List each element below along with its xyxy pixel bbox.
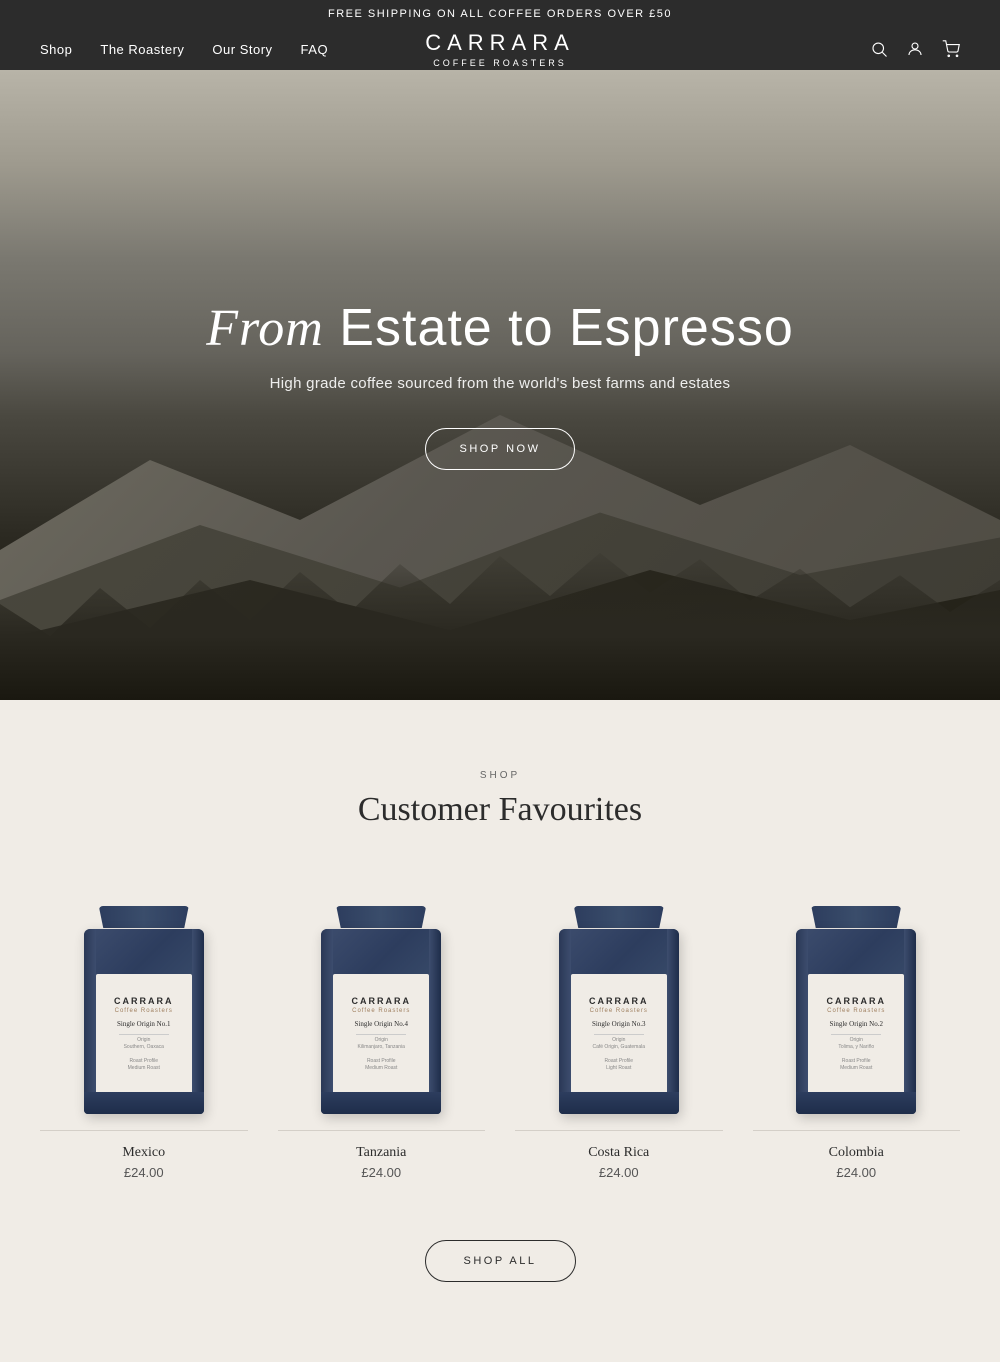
label-detail: OriginSouthern, OaxacaRoast ProfileMediu… <box>124 1037 164 1072</box>
product-grid: CARRARA Coffee Roasters Single Origin No… <box>40 884 960 1180</box>
nav-link-roastery[interactable]: The Roastery <box>100 42 184 57</box>
label-sub: Coffee Roasters <box>590 1008 648 1014</box>
bag-crease-right <box>192 929 204 1114</box>
product-divider <box>40 1130 248 1131</box>
product-divider <box>515 1130 723 1131</box>
product-image-mexico: CARRARA Coffee Roasters Single Origin No… <box>40 884 248 1114</box>
hero-subtitle: High grade coffee sourced from the world… <box>206 375 794 392</box>
bag-crease-left <box>321 929 333 1114</box>
shop-all-button[interactable]: SHOP ALL <box>425 1240 576 1282</box>
bag-body: CARRARA Coffee Roasters Single Origin No… <box>321 929 441 1114</box>
bag-top <box>99 906 189 928</box>
bag-label: CARRARA Coffee Roasters Single Origin No… <box>333 974 429 1094</box>
shop-all-wrapper: SHOP ALL <box>40 1240 960 1282</box>
product-card-colombia[interactable]: CARRARA Coffee Roasters Single Origin No… <box>753 884 961 1180</box>
bag-crease-left <box>84 929 96 1114</box>
announcement-bar: FREE SHIPPING ON ALL COFFEE ORDERS OVER … <box>0 0 1000 28</box>
bag-crease-left <box>796 929 808 1114</box>
nav-logo: CARRARA COFFEE ROASTERS <box>425 30 575 68</box>
label-detail: OriginTolima, y NariñoRoast ProfileMediu… <box>838 1037 874 1072</box>
label-brand: CARRARA <box>114 996 174 1006</box>
search-icon[interactable] <box>870 40 888 58</box>
shop-label: SHOP <box>40 770 960 781</box>
shop-section: SHOP Customer Favourites CARRARA Coffee … <box>0 700 1000 1362</box>
product-price-mexico: £24.00 <box>124 1165 164 1180</box>
label-product: Single Origin No.3 <box>592 1020 645 1028</box>
product-name-colombia: Colombia <box>829 1145 884 1161</box>
label-detail: OriginKilimanjaro, TanzaniaRoast Profile… <box>358 1037 405 1072</box>
brand-sub: COFFEE ROASTERS <box>425 58 575 68</box>
bag-top <box>336 906 426 928</box>
product-image-costa-rica: CARRARA Coffee Roasters Single Origin No… <box>515 884 723 1114</box>
label-sub: Coffee Roasters <box>115 1008 173 1014</box>
nav-link-shop[interactable]: Shop <box>40 42 72 57</box>
account-icon[interactable] <box>906 40 924 58</box>
bag-bottom-seal <box>796 1092 916 1114</box>
cart-icon[interactable] <box>942 40 960 58</box>
product-card-costa-rica[interactable]: CARRARA Coffee Roasters Single Origin No… <box>515 884 723 1180</box>
bag-label: CARRARA Coffee Roasters Single Origin No… <box>808 974 904 1094</box>
product-image-tanzania: CARRARA Coffee Roasters Single Origin No… <box>278 884 486 1114</box>
bag-crease-right <box>667 929 679 1114</box>
product-price-colombia: £24.00 <box>836 1165 876 1180</box>
bag-bottom-seal <box>559 1092 679 1114</box>
label-detail: OriginCafé Origin, GuatemalaRoast Profil… <box>592 1037 645 1072</box>
main-nav: Shop The Roastery Our Story FAQ CARRARA … <box>0 28 1000 70</box>
product-divider <box>278 1130 486 1131</box>
hero-title-italic: From <box>206 300 324 357</box>
product-image-colombia: CARRARA Coffee Roasters Single Origin No… <box>753 884 961 1114</box>
hero-title: From Estate to Espresso <box>206 300 794 357</box>
coffee-bag-colombia: CARRARA Coffee Roasters Single Origin No… <box>796 914 916 1114</box>
bag-top <box>574 906 664 928</box>
nav-links-left: Shop The Roastery Our Story FAQ <box>40 42 328 57</box>
label-divider <box>594 1034 644 1035</box>
product-divider <box>753 1130 961 1131</box>
bag-body: CARRARA Coffee Roasters Single Origin No… <box>559 929 679 1114</box>
bag-bottom-seal <box>321 1092 441 1114</box>
bag-body: CARRARA Coffee Roasters Single Origin No… <box>84 929 204 1114</box>
hero-cta-button[interactable]: SHOP NOW <box>425 428 576 470</box>
bag-crease-left <box>559 929 571 1114</box>
coffee-bag-costa-rica: CARRARA Coffee Roasters Single Origin No… <box>559 914 679 1114</box>
bag-body: CARRARA Coffee Roasters Single Origin No… <box>796 929 916 1114</box>
label-divider <box>831 1034 881 1035</box>
nav-link-faq[interactable]: FAQ <box>301 42 329 57</box>
coffee-bag-tanzania: CARRARA Coffee Roasters Single Origin No… <box>321 914 441 1114</box>
label-brand: CARRARA <box>589 996 649 1006</box>
bag-bottom-seal <box>84 1092 204 1114</box>
nav-link-story[interactable]: Our Story <box>212 42 272 57</box>
announcement-text: FREE SHIPPING ON ALL COFFEE ORDERS OVER … <box>328 8 672 20</box>
label-divider <box>119 1034 169 1035</box>
bag-label: CARRARA Coffee Roasters Single Origin No… <box>96 974 192 1094</box>
label-sub: Coffee Roasters <box>827 1008 885 1014</box>
label-brand: CARRARA <box>352 996 412 1006</box>
bag-top <box>811 906 901 928</box>
label-divider <box>356 1034 406 1035</box>
hero-content: From Estate to Espresso High grade coffe… <box>206 300 794 470</box>
bag-label: CARRARA Coffee Roasters Single Origin No… <box>571 974 667 1094</box>
product-price-tanzania: £24.00 <box>361 1165 401 1180</box>
label-sub: Coffee Roasters <box>352 1008 410 1014</box>
product-price-costa-rica: £24.00 <box>599 1165 639 1180</box>
product-name-mexico: Mexico <box>122 1145 165 1161</box>
hero-title-rest: Estate to Espresso <box>324 299 794 357</box>
label-product: Single Origin No.2 <box>830 1020 883 1028</box>
bag-crease-right <box>429 929 441 1114</box>
nav-icons <box>870 40 960 58</box>
product-name-costa-rica: Costa Rica <box>588 1145 649 1161</box>
hero-section: From Estate to Espresso High grade coffe… <box>0 70 1000 700</box>
coffee-bag-mexico: CARRARA Coffee Roasters Single Origin No… <box>84 914 204 1114</box>
bag-crease-right <box>904 929 916 1114</box>
product-name-tanzania: Tanzania <box>356 1145 406 1161</box>
label-product: Single Origin No.1 <box>117 1020 170 1028</box>
label-brand: CARRARA <box>827 996 887 1006</box>
label-product: Single Origin No.4 <box>355 1020 408 1028</box>
product-card-mexico[interactable]: CARRARA Coffee Roasters Single Origin No… <box>40 884 248 1180</box>
shop-title: Customer Favourites <box>40 791 960 829</box>
product-card-tanzania[interactable]: CARRARA Coffee Roasters Single Origin No… <box>278 884 486 1180</box>
brand-name: CARRARA <box>425 30 575 56</box>
